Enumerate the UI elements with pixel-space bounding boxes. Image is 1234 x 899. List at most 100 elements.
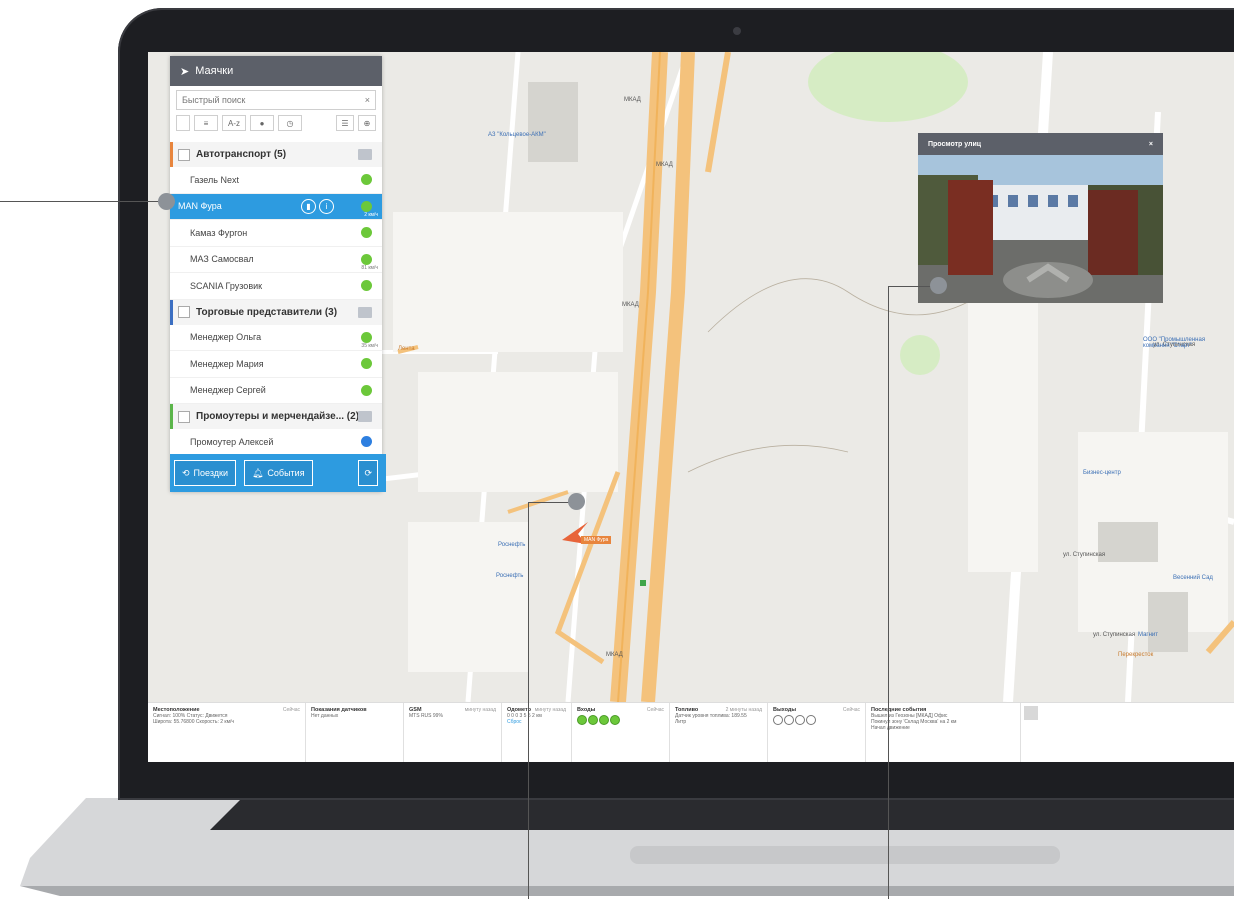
output-indicator (773, 715, 783, 725)
list-item[interactable]: Камаз Фургон (170, 220, 382, 247)
target-icon[interactable]: ⊕ (358, 115, 376, 131)
status-dot (361, 227, 372, 238)
callout-line-center (528, 502, 529, 899)
gsm-line-1: MTS RUS 99% (409, 713, 443, 719)
odometer-reset-link[interactable]: Сброс (507, 719, 566, 725)
poi-business-center[interactable]: Бизнес-центр (1083, 470, 1121, 476)
gsm-block[interactable]: GSM минуту назад MTS RUS 99% (404, 703, 502, 762)
history-button[interactable]: ⟳ (358, 460, 378, 486)
dot-filter-icon[interactable]: ● (250, 115, 274, 131)
events-block[interactable]: Последние события Вышел из Геозоны [МКАД… (866, 703, 1021, 762)
poi-rosneft-2[interactable]: Роснефть (496, 573, 523, 579)
location-block[interactable]: Местоположение Сейчас Сигнал: 100% Стату… (148, 703, 306, 762)
message-icon[interactable] (358, 306, 372, 318)
list-item-selected[interactable]: MAN Фура ▮ i 2 км/ч (170, 193, 382, 220)
navigation-arrow-icon: ➤ (180, 65, 190, 78)
list-item[interactable]: Менеджер Мария (170, 351, 382, 378)
route-icon: ⟲ (182, 467, 190, 478)
group-row[interactable]: Промоутеры и мерчендайзе... (2) (170, 404, 382, 429)
poi-gas-station[interactable]: АЗ "Кольцевое-АКМ" (488, 132, 546, 138)
callout-knob-right (930, 277, 947, 294)
outputs-time: Сейчас (842, 707, 860, 713)
poi-lenta[interactable]: Лента (398, 346, 415, 352)
group-row[interactable]: Торговые представители (3) (170, 299, 382, 325)
odometer-time: минуту назад (534, 707, 566, 713)
fuel-block[interactable]: Топливо 2 минуты назад Датчик уровня топ… (670, 703, 768, 762)
odometer-block[interactable]: Одометр минуту назад 0 0 0 3 5 5 2 км Сб… (502, 703, 572, 762)
sort-button[interactable]: A-z (222, 115, 246, 131)
list-item[interactable]: SCANIA Грузовик (170, 273, 382, 300)
list-item[interactable]: Промоутер Алексей (170, 429, 382, 454)
settings-icon[interactable]: ☰ (336, 115, 354, 131)
sensors-block[interactable]: Показания датчиков Нет данных (306, 703, 404, 762)
panel-footer: ⟲ Поездки 🔔︎ События ⟳ (170, 454, 386, 492)
group-checkbox[interactable] (178, 306, 190, 318)
search-placeholder: Быстрый поиск (182, 95, 246, 105)
outputs-block[interactable]: Выходы Сейчас (768, 703, 866, 762)
history-icon: ⟳ (364, 467, 372, 478)
output-indicator (784, 715, 794, 725)
poi-vesenniy-sad[interactable]: Весенний Сад (1173, 575, 1213, 581)
clear-icon[interactable]: × (365, 95, 370, 105)
message-icon[interactable] (358, 149, 372, 160)
poi-company[interactable]: ООО "Промышленная компания "Старт" (1143, 337, 1233, 349)
events-button[interactable]: 🔔︎ События (243, 460, 313, 486)
group-name: Торговые представители (3) (196, 306, 338, 318)
group-checkbox[interactable] (178, 410, 190, 423)
callout-line-left (0, 201, 166, 202)
inputs-block[interactable]: Входы Сейчас (572, 703, 670, 762)
poi-rosneft[interactable]: Роснефть (498, 542, 525, 548)
street-view-title: Просмотр улиц (928, 140, 982, 148)
callout-knob-left (158, 193, 175, 210)
laptop-base (0, 788, 1234, 899)
group-row[interactable]: Автотранспорт (5) (170, 142, 382, 167)
street-label-stupinskaya-2: ул. Ступинская (1063, 552, 1106, 558)
speed-text: 81 км/ч (361, 265, 378, 271)
street-view-image[interactable] (918, 155, 1163, 303)
details-icon[interactable]: i (319, 198, 334, 214)
list-view-icon[interactable]: ≡ (194, 115, 218, 131)
bell-icon: 🔔︎ (251, 467, 264, 478)
timer-icon[interactable]: ◷ (278, 115, 302, 131)
event-line-3: Начал движение (871, 725, 910, 731)
sensors-line-1: Нет данных (311, 713, 339, 719)
select-all-checkbox[interactable] (176, 115, 190, 131)
fuel-time: 2 минуты назад (725, 707, 762, 713)
street-view-header: Просмотр улиц × (918, 133, 1163, 155)
location-time: Сейчас (282, 707, 300, 713)
callout-knob-center (568, 493, 585, 510)
vehicle-label[interactable]: MAN Фура (581, 536, 612, 544)
status-dot (361, 200, 372, 212)
message-icon[interactable] (358, 411, 372, 422)
trips-button[interactable]: ⟲ Поездки (174, 460, 236, 486)
poi-perekrestok[interactable]: Перекресток (1118, 652, 1153, 658)
status-dot (361, 331, 372, 343)
street-view-window[interactable]: Просмотр улиц × (918, 133, 1163, 303)
inputs-time: Сейчас (646, 707, 664, 713)
group-name: Промоутеры и мерчендайзе... (2) (196, 411, 360, 422)
poi-magnit[interactable]: Магнит (1138, 632, 1158, 638)
tracker-name: Газель Next (190, 174, 239, 185)
speed-text: 2 км/ч (364, 212, 378, 218)
info-bar: Местоположение Сейчас Сигнал: 100% Стату… (148, 702, 1234, 762)
street-label-mkad-3: МКАД (622, 302, 639, 308)
group-checkbox[interactable] (178, 148, 190, 161)
search-input[interactable]: Быстрый поиск × (176, 90, 376, 110)
tracker-name: Промоутер Алексей (190, 436, 274, 447)
tracker-name: Менеджер Сергей (190, 385, 266, 396)
list-item[interactable]: Менеджер Ольга 35 км/ч (170, 325, 382, 351)
status-dot (361, 436, 372, 447)
add-block-button[interactable] (1024, 706, 1038, 720)
close-icon[interactable]: × (1149, 141, 1153, 148)
callout-line-right (888, 286, 889, 899)
info-icon[interactable]: ▮ (301, 198, 316, 214)
fuel-line-2: Литр (675, 719, 687, 725)
speed-text: 35 км/ч (361, 343, 378, 349)
status-dot (361, 280, 372, 291)
list-item[interactable]: МАЗ Самосвал 81 км/ч (170, 247, 382, 273)
trips-label: Поездки (193, 468, 228, 478)
list-item[interactable]: Менеджер Сергей (170, 378, 382, 404)
tracker-name: Менеджер Мария (190, 358, 264, 369)
tracker-name: Камаз Фургон (190, 227, 248, 238)
list-item[interactable]: Газель Next (170, 167, 382, 194)
